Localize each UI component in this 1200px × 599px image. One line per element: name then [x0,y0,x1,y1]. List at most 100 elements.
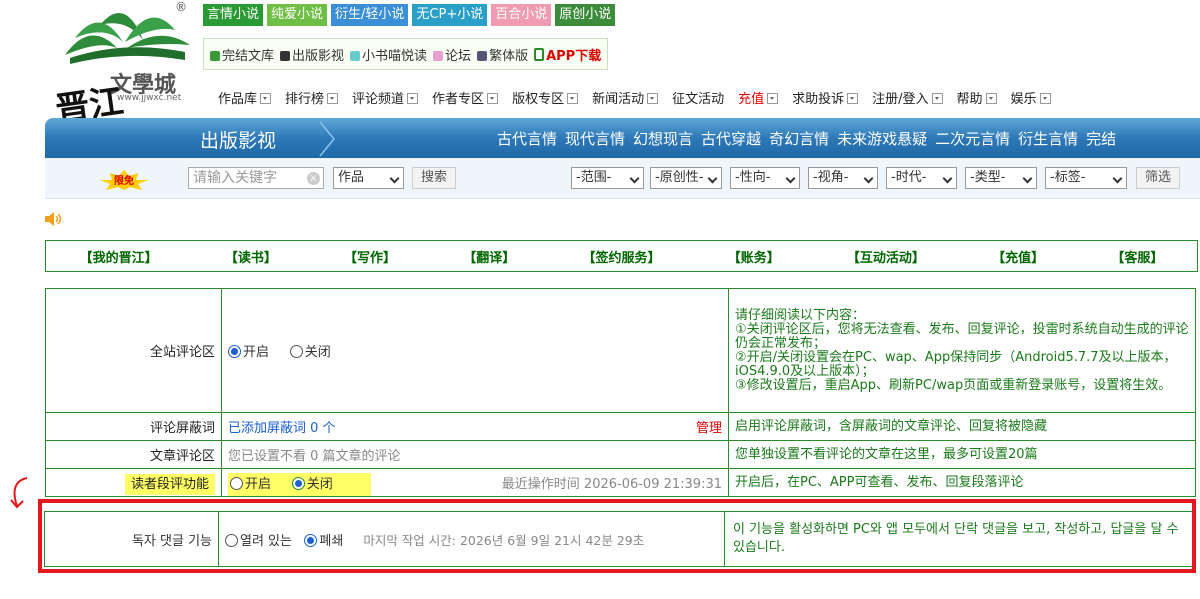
sublink-xiaoshumiao[interactable]: 小书喵悦读 [350,45,427,64]
nav-pinglun[interactable]: 评论频道 [352,88,419,107]
nav-zhuce[interactable]: 注册/登入 [872,88,943,107]
label-site-comments: 全站评论区 [45,288,222,413]
search-button[interactable]: 搜索 [412,167,457,189]
clear-icon[interactable]: × [307,172,320,185]
label-block-words: 评论屏蔽词 [45,412,222,441]
cat-gudai[interactable]: 古代言情 [497,128,557,149]
sublink-wanjie[interactable]: 完结文库 [210,45,274,64]
curved-arrow-icon [10,477,28,509]
menu-service[interactable]: 【客服】 [1111,247,1163,266]
sublink-app[interactable]: APP下载 [534,45,601,64]
chevron-down-icon [767,93,779,104]
nav-xinwen[interactable]: 新闻活动 [592,88,659,107]
cat-huanxiang[interactable]: 幻想现言 [633,128,693,149]
row-article-comments: 文章评论区 您已设置不看 0 篇文章的评论 您单独设置不看评论的文章在这里，最多… [45,440,1196,469]
tag-yansheng[interactable]: 衍生/轻小说 [331,4,409,26]
chevron-down-icon [327,93,339,104]
last-operation-time: 最近操作时间 2026-06-09 21:39:31 [501,477,722,492]
tag-chunai[interactable]: 纯爱小说 [267,4,328,26]
menu-translate[interactable]: 【翻译】 [463,247,515,266]
nav-zuozhe[interactable]: 作者专区 [432,88,499,107]
tag-baihe[interactable]: 百合小说 [491,4,552,26]
radio-site-on[interactable]: 开启 [228,345,269,360]
chevron-down-icon [1039,93,1051,104]
main-nav: 作品库 排行榜 评论频道 作者专区 版权专区 新闻活动 征文活动 充值 求助投诉… [218,88,1051,107]
block-words-count-link[interactable]: 已添加屏蔽词 0 个 [228,421,336,436]
row-block-words: 评论屏蔽词 已添加屏蔽词 0 个 管理 启用评论屏蔽词，含屏蔽词的文章评论、回复… [45,412,1196,441]
highlight-marker: 开启 关闭 [228,473,371,496]
select-range[interactable]: -范围- [571,167,644,189]
article-comments-value: 您已设置不看 0 篇文章的评论 [221,440,729,469]
tag-yuanchuang[interactable]: 原创小说 [555,4,616,26]
chevron-down-icon [985,93,997,104]
svg-text:限免: 限免 [114,174,134,187]
nav-yule[interactable]: 娱乐 [1011,88,1051,107]
nav-zhengwen[interactable]: 征文活动 [672,88,724,107]
search-input[interactable]: 请输入关键字 [188,167,324,189]
sub-links: 完结文库 出版影视 小书喵悦读 论坛 繁体版 APP下载 [203,38,609,70]
sublink-luntan[interactable]: 论坛 [433,45,471,64]
user-menu: 【我的晋江】 【读书】 【写作】 【翻译】 【签约服务】 【账务】 【互动活动】… [45,240,1198,272]
cat-qihuan[interactable]: 奇幻言情 [769,128,829,149]
nav-paihangbang[interactable]: 排行榜 [285,88,339,107]
banner-arrow-icon [319,121,335,157]
book-icon [477,50,488,61]
manage-link[interactable]: 管理 [696,417,722,436]
film-icon [280,50,291,61]
highlight-box [38,499,1196,573]
nav-zuopinku[interactable]: 作品库 [218,88,272,107]
cat-chuanyue[interactable]: 古代穿越 [701,128,761,149]
radio-para-on[interactable]: 开启 [230,477,271,492]
select-tag[interactable]: -标签- [1045,167,1127,189]
site-logo[interactable]: 文學城 www.jjwxc.net 晋江 ® [53,0,195,131]
chevron-down-icon [260,93,272,104]
tag-wucp[interactable]: 无CP+小说 [412,4,488,26]
menu-activities[interactable]: 【互动活动】 [847,247,925,266]
sublink-chuban[interactable]: 出版影视 [280,45,344,64]
radio-site-off[interactable]: 关闭 [289,345,331,360]
chat-icon [433,50,444,61]
select-perspective[interactable]: -视角- [808,167,878,189]
nav-chongzhi[interactable]: 充值 [738,88,779,107]
cat-yansheng[interactable]: 衍生言情 [1018,128,1078,149]
row-site-comments: 全站评论区 开启 关闭 请仔细阅读以下内容： ①关闭评论区后，您将无法查看、发布… [45,288,1196,413]
cat-xiandai[interactable]: 现代言情 [565,128,625,149]
comment-settings-table: 全站评论区 开启 关闭 请仔细阅读以下内容： ①关闭评论区后，您将无法查看、发布… [45,288,1196,497]
menu-contract[interactable]: 【签约服务】 [582,247,660,266]
nav-banquan[interactable]: 版权专区 [512,88,579,107]
menu-recharge[interactable]: 【充值】 [992,247,1044,266]
label-paragraph-comments: 读者段评功能 [124,474,215,495]
chevron-down-icon [847,93,859,104]
radio-unchecked-icon [230,477,243,490]
radio-checked-icon [291,477,305,490]
cat-wanjie[interactable]: 完结 [1086,128,1116,149]
select-era[interactable]: -时代- [886,167,957,189]
select-orientation[interactable]: -性向- [730,167,800,189]
select-type[interactable]: -类型- [965,167,1037,189]
menu-read[interactable]: 【读书】 [225,247,277,266]
free-badge[interactable]: 限免 [100,170,148,190]
tag-yanqing[interactable]: 言情小说 [203,4,264,26]
channel-categories: 古代言情 现代言情 幻想现言 古代穿越 奇幻言情 未来游戏悬疑 二次元言情 衍生… [497,128,1116,149]
row-paragraph-comments: 读者段评功能 开启 关闭 最近操作时间 2026-06-09 21:39:31 … [45,468,1196,497]
cat-weilai[interactable]: 未来游戏悬疑 [837,128,927,149]
select-originality[interactable]: -原创性- [650,167,722,189]
menu-write[interactable]: 【写作】 [344,247,396,266]
radio-para-off[interactable]: 关闭 [291,477,333,492]
check-icon [210,50,220,61]
radio-checked-icon [228,345,241,358]
search-type-select[interactable]: 作品 [333,167,404,189]
chevron-down-icon [931,93,943,104]
menu-my-jjwxc[interactable]: 【我的晋江】 [80,247,158,266]
site-comments-options: 开启 关闭 [221,288,729,413]
sublink-fanti[interactable]: 繁体版 [477,45,528,64]
label-article-comments: 文章评论区 [45,440,222,469]
filter-button[interactable]: 筛选 [1136,167,1181,189]
nav-qiuzhu[interactable]: 求助投诉 [792,88,859,107]
speaker-icon[interactable] [45,212,63,226]
cat-erciyuan[interactable]: 二次元言情 [935,128,1010,149]
chevron-down-icon [567,93,579,104]
chevron-down-icon [647,93,659,104]
nav-bangzhu[interactable]: 帮助 [957,88,997,107]
menu-account[interactable]: 【账务】 [728,247,780,266]
